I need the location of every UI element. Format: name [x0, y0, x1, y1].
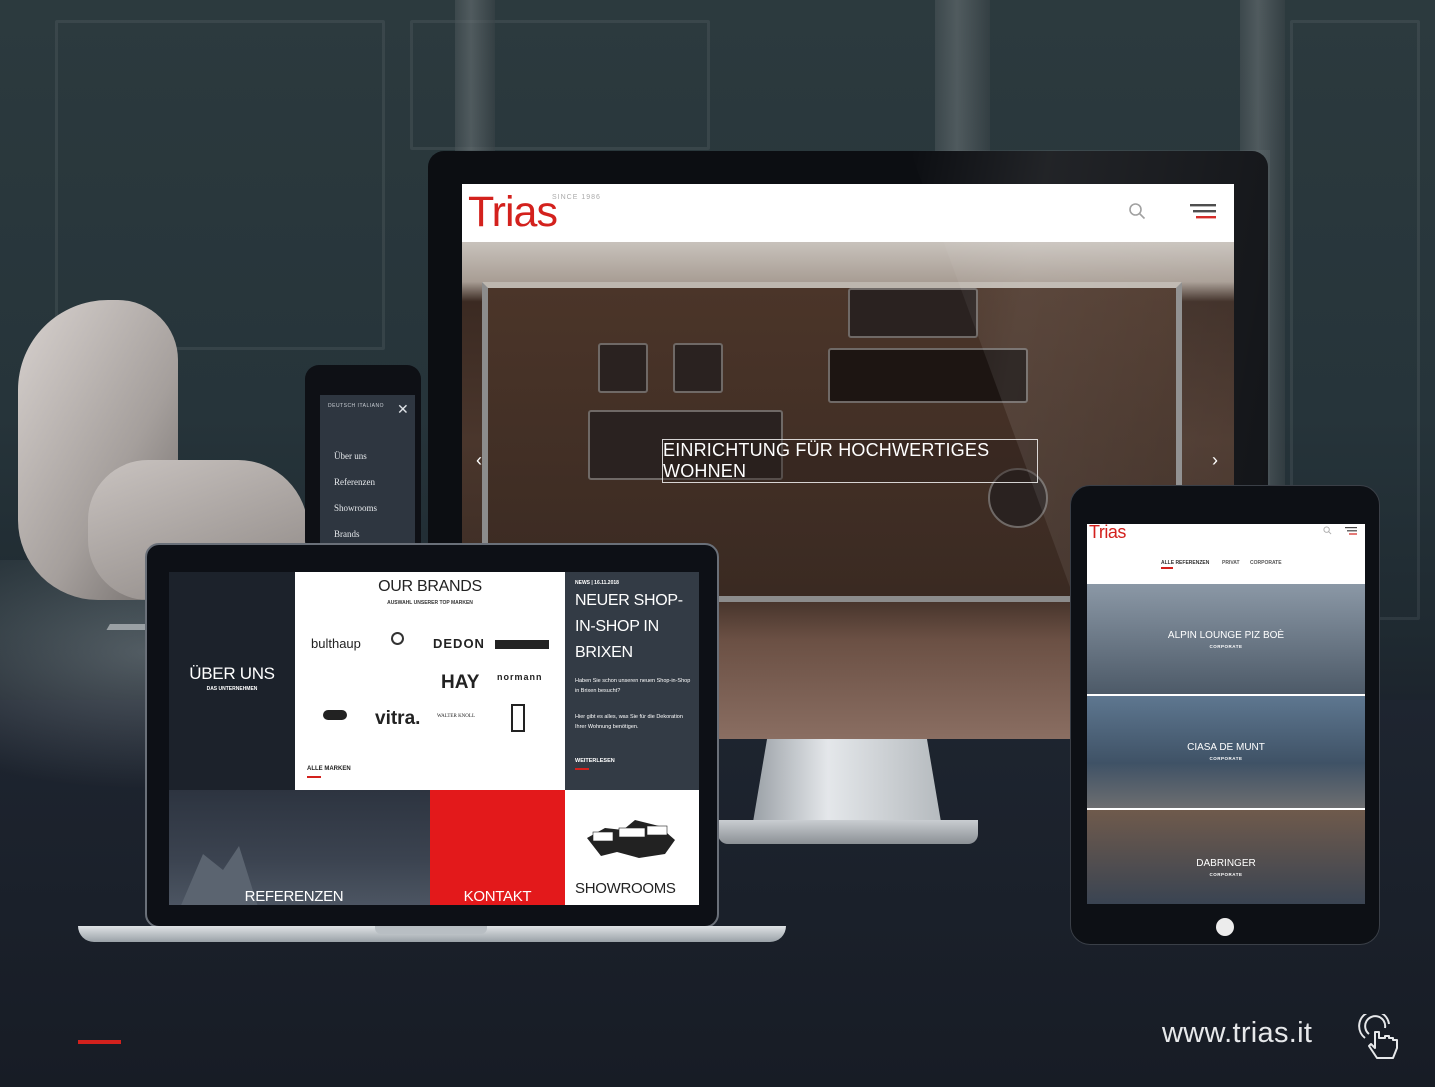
smartphone: DEUTSCH ITALIANO ✕ Über uns Referenzen S… [305, 365, 421, 555]
about-title: ÜBER UNS [189, 664, 275, 683]
references-title: REFERENZEN [244, 888, 344, 905]
brand-logo-vitra[interactable]: vitra. [375, 708, 420, 730]
tablet-reference-card-2[interactable]: CIASA DE MUNT CORPORATE [1087, 696, 1365, 808]
showrooms-map [587, 820, 675, 858]
promo-scene: Trias SINCE 1986 EINRICHTUNG FÜR HOCHWER… [0, 0, 1435, 1087]
drawer-tray-5 [673, 343, 723, 393]
tablet-card-2-title: CIASA DE MUNT [1187, 742, 1265, 753]
brand-logo-emblem-2[interactable] [495, 640, 549, 649]
slider-prev-arrow[interactable]: ‹ [476, 450, 482, 471]
red-accent-dash [78, 1040, 121, 1044]
news-tile[interactable]: NEWS | 16.11.2018 NEUER SHOP- IN-SHOP IN… [565, 572, 699, 790]
tablet-logo[interactable]: Trias [1089, 524, 1126, 543]
tablet-filter-privat[interactable]: PRIVAT [1222, 560, 1240, 566]
showrooms-title: SHOWROOMS [575, 880, 676, 897]
since-label: SINCE 1986 [552, 194, 601, 201]
phone-menu-item-showrooms[interactable]: Showrooms [334, 503, 377, 513]
tablet-filter-corporate[interactable]: CORPORATE [1250, 560, 1282, 566]
tablet-search-icon[interactable] [1323, 526, 1332, 535]
language-switch[interactable]: DEUTSCH ITALIANO [328, 403, 384, 409]
hero-caption[interactable]: EINRICHTUNG FÜR HOCHWERTIGES WOHNEN [662, 439, 1038, 483]
brand-logo-emblem-3[interactable] [323, 710, 347, 720]
news-title-line-3: BRIXEN [575, 644, 633, 661]
tablet-filter-active-underline [1161, 567, 1173, 569]
all-brands-link[interactable]: ALLE MARKEN [307, 766, 351, 772]
news-title-line-2: IN-SHOP IN [575, 618, 659, 635]
close-icon[interactable]: ✕ [397, 401, 409, 418]
news-body-2: Hier gibt es alles, was Sie für die Deko… [575, 714, 683, 731]
tablet-filter-all[interactable]: ALLE REFERENZEN [1161, 560, 1209, 566]
laptop: ÜBER UNS DAS UNTERNEHMEN OUR BRANDS AUSW… [145, 543, 719, 928]
contact-tile[interactable]: KONTAKT [430, 790, 565, 905]
tablet-reference-card-1[interactable]: ALPIN LOUNGE PIZ BOÈ CORPORATE [1087, 584, 1365, 694]
monitor-stand-base [718, 820, 978, 844]
news-title-line-1: NEUER SHOP- [575, 592, 683, 609]
drawer-knife-block [828, 348, 1028, 403]
website-url[interactable]: www.trias.it [1162, 1017, 1312, 1050]
tablet-screen: Trias ALLE REFERENZEN PRIVAT CORPORATE A… [1087, 524, 1365, 904]
all-brands-underline [307, 776, 321, 778]
news-body-1: Haben Sie schon unseren neuen Shop-in-Sh… [575, 678, 691, 695]
tablet-home-button[interactable] [1216, 918, 1234, 936]
brand-logo-walter-knoll[interactable]: WALTER KNOLL [437, 714, 475, 719]
monitor-stand [752, 738, 942, 828]
tablet-card-3-title: DABRINGER [1196, 858, 1256, 869]
about-tile[interactable]: ÜBER UNS DAS UNTERNEHMEN [169, 572, 295, 790]
contact-title: KONTAKT [463, 888, 532, 905]
tablet-card-3-category: CORPORATE [1209, 872, 1243, 877]
click-hand-icon [1358, 1014, 1398, 1059]
brand-logo-normann[interactable]: normann [497, 672, 543, 682]
drawer-tray-4 [598, 343, 648, 393]
phone-menu-item-referenzen[interactable]: Referenzen [334, 477, 375, 487]
pilaster-left [455, 0, 495, 160]
tablet-reference-card-3[interactable]: DABRINGER CORPORATE [1087, 810, 1365, 904]
phone-screen: DEUTSCH ITALIANO ✕ Über uns Referenzen S… [320, 395, 415, 555]
news-read-more-underline [575, 768, 589, 770]
drawer-tray-1 [848, 288, 978, 338]
news-read-more[interactable]: WEITERLESEN [575, 758, 615, 764]
tablet: Trias ALLE REFERENZEN PRIVAT CORPORATE A… [1070, 485, 1380, 945]
slider-next-arrow[interactable]: › [1212, 450, 1218, 471]
brand-logo-dedon[interactable]: DEDON [433, 636, 485, 651]
brand-logo-emblem-4[interactable] [511, 704, 525, 732]
brand-logo-hay[interactable]: HAY [441, 672, 479, 694]
about-subtitle: DAS UNTERNEHMEN [206, 686, 258, 692]
tablet-card-1-category: CORPORATE [1209, 644, 1243, 649]
showrooms-tile[interactable]: SHOWROOMS [565, 790, 699, 905]
brands-title: OUR BRANDS [378, 578, 482, 595]
phone-menu-item-ueber-uns[interactable]: Über uns [334, 451, 367, 461]
tablet-card-2-category: CORPORATE [1209, 756, 1243, 761]
news-meta: NEWS | 16.11.2018 [575, 580, 619, 586]
search-icon[interactable] [1128, 202, 1146, 220]
brand-logo-emblem-1[interactable] [391, 632, 404, 645]
laptop-screen: ÜBER UNS DAS UNTERNEHMEN OUR BRANDS AUSW… [169, 572, 699, 905]
site-header: Trias SINCE 1986 [462, 184, 1234, 242]
tablet-menu-icon[interactable] [1345, 527, 1357, 535]
brands-subtitle: AUSWAHL UNSERER TOP MARKEN [387, 600, 473, 606]
tablet-card-1-title: ALPIN LOUNGE PIZ BOÈ [1167, 630, 1285, 641]
brand-logo-bulthaup[interactable]: bulthaup [311, 636, 361, 651]
brands-tile[interactable]: OUR BRANDS AUSWAHL UNSERER TOP MARKEN bu… [295, 572, 565, 790]
trias-logo[interactable]: Trias [468, 188, 558, 237]
pilaster-right [935, 0, 990, 160]
references-tile[interactable]: REFERENZEN [169, 790, 430, 905]
laptop-notch [375, 926, 487, 934]
phone-menu-item-brands[interactable]: Brands [334, 529, 360, 539]
hamburger-menu-icon[interactable] [1190, 204, 1216, 220]
